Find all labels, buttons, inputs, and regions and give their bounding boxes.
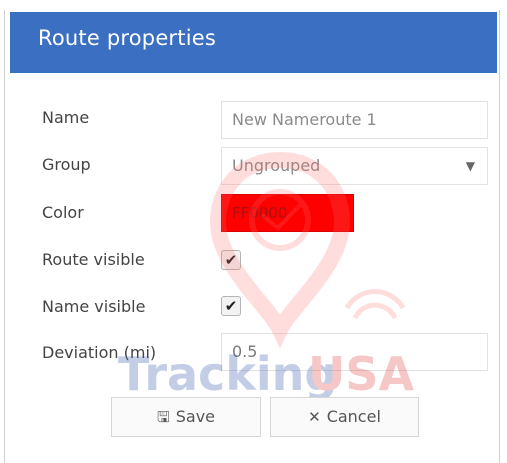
group-select-value: Ungrouped xyxy=(232,156,321,175)
name-visible-label: Name visible xyxy=(42,297,146,316)
floppy-disk-icon: 🖫 xyxy=(156,408,170,426)
route-visible-label: Route visible xyxy=(42,250,145,269)
group-select[interactable]: Ungrouped ▼ xyxy=(221,147,488,185)
save-button-label: Save xyxy=(175,407,216,426)
color-picker[interactable]: FF0000 xyxy=(221,194,354,232)
save-button[interactable]: 🖫 Save xyxy=(111,397,261,437)
cancel-button-label: Cancel xyxy=(326,407,381,426)
name-input[interactable]: New Nameroute 1 xyxy=(221,101,488,139)
name-label: Name xyxy=(42,108,90,127)
dialog-title: Route properties xyxy=(38,26,216,50)
close-icon: ✕ xyxy=(308,408,321,426)
checkmark-icon: ✔ xyxy=(224,251,238,269)
cancel-button[interactable]: ✕ Cancel xyxy=(270,397,419,437)
name-visible-checkbox[interactable]: ✔ xyxy=(221,296,241,316)
checkmark-icon: ✔ xyxy=(224,297,238,315)
dialog-titlebar: Route properties xyxy=(10,12,497,73)
chevron-down-icon: ▼ xyxy=(465,159,475,173)
route-visible-checkbox[interactable]: ✔ xyxy=(221,250,241,270)
color-label: Color xyxy=(42,203,84,222)
deviation-label: Deviation (mi) xyxy=(42,343,157,362)
deviation-input[interactable]: 0.5 xyxy=(221,333,488,371)
group-label: Group xyxy=(42,155,91,174)
route-properties-dialog xyxy=(4,10,500,463)
